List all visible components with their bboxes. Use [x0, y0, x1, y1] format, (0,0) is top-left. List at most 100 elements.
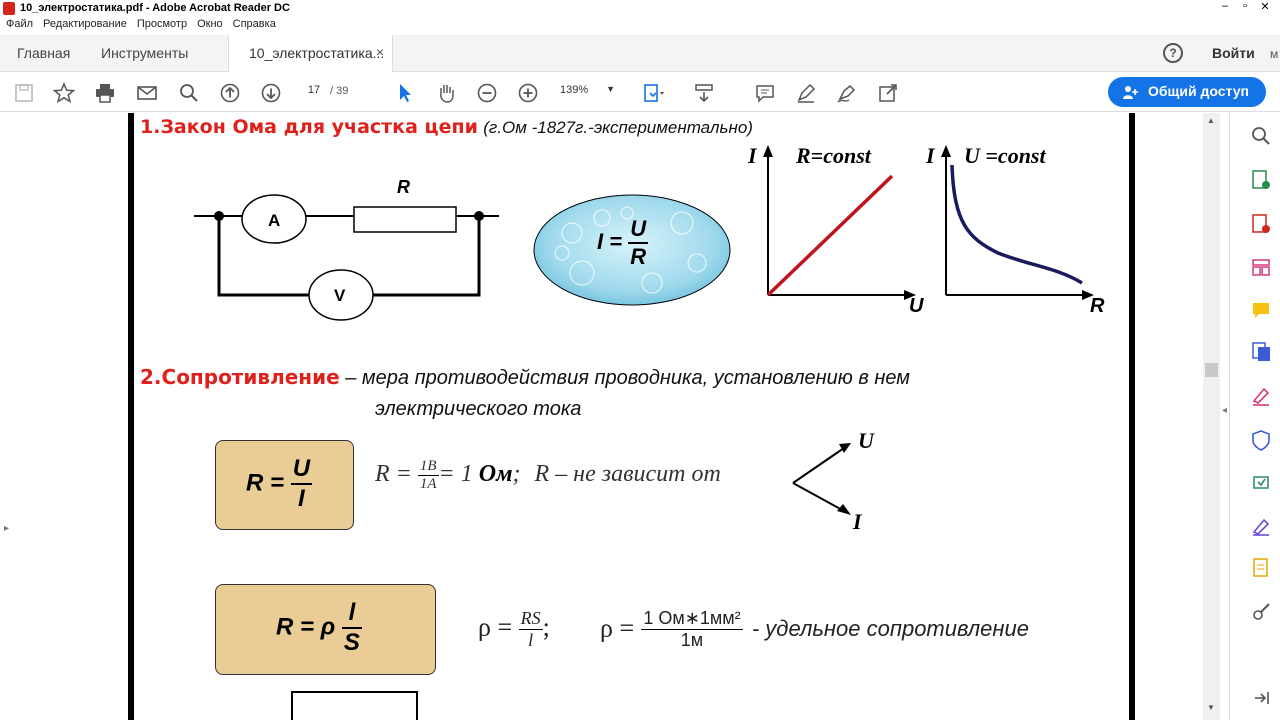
share-button[interactable]: Общий доступ: [1108, 77, 1266, 107]
scroll-down-icon[interactable]: ▼: [1207, 703, 1215, 712]
zoom-out-icon[interactable]: [476, 82, 498, 104]
rho1-den: l: [528, 630, 534, 650]
organize-pages-icon[interactable]: [1250, 257, 1272, 279]
section2-heading: 2.Сопротивление – мера противодействия п…: [140, 365, 910, 390]
scroll-thumb[interactable]: [1205, 363, 1218, 377]
hand-icon[interactable]: [435, 82, 457, 104]
arrow-i-label: I: [853, 509, 862, 534]
section2-def2: электрического тока: [375, 398, 582, 420]
box1-formula: R = UI: [246, 455, 313, 513]
pen-icon[interactable]: [795, 82, 817, 104]
fit-page-icon[interactable]: [642, 82, 664, 104]
signin-button[interactable]: Войти: [1212, 45, 1255, 61]
document-viewer[interactable]: ▸ 1.Закон Ома для участка цепи (г.Ом -18…: [0, 113, 1222, 720]
toolbar: [0, 72, 1280, 112]
page-number-input[interactable]: 17: [300, 84, 328, 100]
print-icon[interactable]: [94, 82, 116, 104]
ohm-num: U: [628, 216, 649, 244]
tab-document-label: 10_электростатика...: [249, 45, 385, 61]
search-icon[interactable]: [178, 82, 200, 104]
zoom-value: 139%: [560, 84, 589, 96]
menu-bar: Файл Редактирование Просмотр Окно Справк…: [0, 18, 1280, 34]
tools-icon[interactable]: [1250, 601, 1272, 623]
sign-icon[interactable]: [836, 82, 858, 104]
left-panel-toggle-icon[interactable]: ▸: [4, 523, 9, 534]
window-title: 10_электростатика.pdf - Adobe Acrobat Re…: [20, 2, 290, 14]
formula-box-r-ui: R = UI: [215, 440, 354, 530]
section1-title: 1.Закон Ома для участка цепи: [140, 116, 478, 138]
rho2-den: 1м: [680, 630, 704, 650]
resistor: [353, 206, 457, 233]
zoom-in-icon[interactable]: [517, 82, 539, 104]
more-tools-icon[interactable]: [877, 82, 899, 104]
minimize-icon[interactable]: –: [1218, 0, 1232, 13]
stamp-icon[interactable]: [1250, 557, 1272, 579]
send-for-review-icon[interactable]: [1250, 471, 1272, 493]
formula-box-r-rho: R = ρ lS: [215, 584, 436, 675]
help-icon[interactable]: ?: [1163, 43, 1183, 63]
menu-file[interactable]: Файл: [6, 18, 33, 34]
ohm-lhs: I =: [597, 228, 623, 254]
close-icon[interactable]: ✕: [1258, 0, 1272, 13]
menu-view[interactable]: Просмотр: [137, 18, 187, 34]
rho1-semi: ;: [542, 612, 550, 642]
window-controls: – ▫ ✕: [1218, 0, 1272, 13]
ohm-den: R: [630, 244, 647, 269]
unit-den: 1А: [419, 476, 437, 492]
export-pdf-icon[interactable]: [1250, 169, 1272, 191]
menu-window[interactable]: Окно: [197, 18, 223, 34]
save-icon[interactable]: [13, 82, 35, 104]
close-tab-icon[interactable]: ×: [376, 44, 384, 60]
section2-def1: – мера противодействия проводника, устан…: [345, 367, 910, 389]
collapse-pane-icon[interactable]: ◂: [1222, 405, 1227, 416]
ammeter-label: A: [268, 211, 281, 230]
page-count: / 39: [330, 85, 348, 97]
maximize-icon[interactable]: ▫: [1238, 0, 1252, 13]
more-text: м: [1270, 47, 1279, 61]
zoom-select[interactable]: 139% ▼: [560, 84, 615, 100]
create-pdf-icon[interactable]: [1250, 213, 1272, 235]
unit-formula: R = 1В 1А = 1 Ом; R – не зависит от: [375, 458, 721, 493]
tab-document[interactable]: 10_электростатика... ×: [228, 35, 393, 72]
section1-note: (г.Ом -1827г.-экспериментально): [483, 118, 753, 137]
graph2-x-label: R: [1090, 295, 1105, 317]
combine-icon[interactable]: [1250, 341, 1272, 363]
comment-tool-icon[interactable]: [1250, 299, 1272, 321]
arrow-u-label: U: [858, 428, 874, 453]
menu-edit[interactable]: Редактирование: [43, 18, 127, 34]
menu-help[interactable]: Справка: [233, 18, 276, 34]
vertical-scrollbar[interactable]: ▲ ▼: [1203, 113, 1220, 720]
protect-icon[interactable]: [1250, 429, 1272, 451]
acrobat-icon: [3, 2, 15, 15]
mail-icon[interactable]: [136, 82, 158, 104]
box2-den: S: [343, 629, 360, 656]
rho2-num: 1 Ом∗1мм²: [641, 608, 743, 630]
fill-sign-icon[interactable]: [1250, 385, 1272, 407]
rho1-num: RS: [518, 608, 543, 630]
graph1-y-label: I: [748, 143, 757, 168]
linear-line: [766, 174, 894, 297]
select-arrow-icon[interactable]: [394, 82, 416, 104]
add-user-icon: [1123, 86, 1138, 99]
unit-lhs: R =: [375, 461, 412, 488]
graph1-label: R=const: [796, 143, 871, 168]
scroll-mode-icon[interactable]: [693, 82, 715, 104]
box2-num: l: [341, 599, 362, 629]
scroll-up-icon[interactable]: ▲: [1207, 116, 1215, 125]
right-tools-pane: [1229, 113, 1280, 720]
tabs-bar: Главная Инструменты 10_электростатика...…: [0, 35, 1280, 72]
tab-home[interactable]: Главная: [17, 45, 70, 61]
resistor-label: R: [397, 177, 410, 197]
title-bar: 10_электростатика.pdf - Adobe Acrobat Re…: [0, 0, 1280, 18]
share-label: Общий доступ: [1148, 83, 1249, 99]
collapse-tools-icon[interactable]: [1250, 687, 1272, 709]
page-up-icon[interactable]: [219, 82, 241, 104]
page-down-icon[interactable]: [260, 82, 282, 104]
search-tool-icon[interactable]: [1250, 125, 1272, 147]
star-icon[interactable]: [53, 82, 75, 104]
certificates-icon[interactable]: [1250, 515, 1272, 537]
rho-formula-2: ρ = 1 Ом∗1мм² 1м - удельное сопротивление: [600, 608, 1029, 651]
tab-tools[interactable]: Инструменты: [101, 45, 188, 61]
rho-formula-1: ρ = RS l;: [478, 608, 550, 651]
comment-icon[interactable]: [754, 82, 776, 104]
